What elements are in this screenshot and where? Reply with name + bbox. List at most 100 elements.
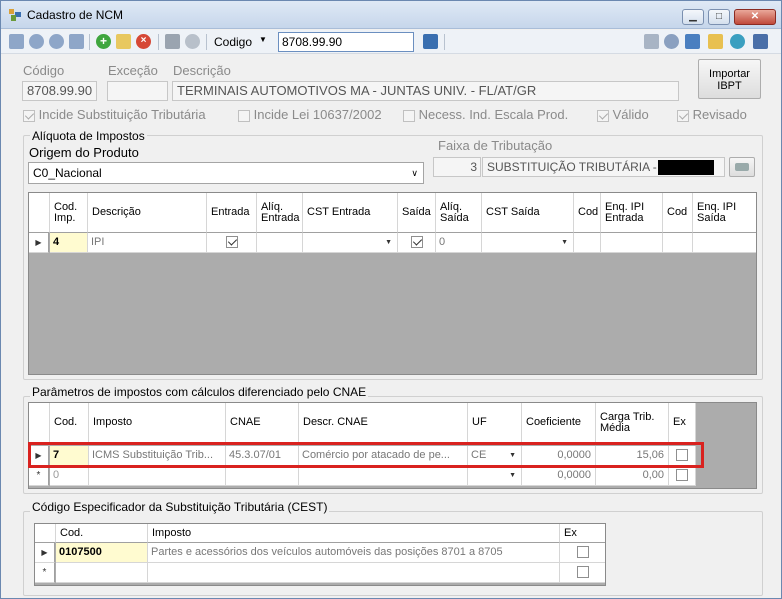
col-header[interactable]: Enq. IPI Entrada — [601, 193, 663, 233]
new-row-selector[interactable]: * — [35, 563, 55, 583]
revisado-check[interactable]: Revisado — [677, 107, 747, 122]
cell-cod[interactable]: 7 — [50, 446, 89, 466]
cell-descr-cnae[interactable]: Comércio por atacado de pe... — [299, 446, 468, 466]
chevron-down-icon[interactable]: ▼ — [259, 35, 267, 44]
col-header[interactable]: Cod. — [56, 524, 148, 543]
minimize-button[interactable]: ▁ — [682, 9, 704, 25]
checkbox[interactable] — [23, 109, 35, 122]
next-record-icon[interactable] — [49, 34, 64, 49]
cell-cod-imp[interactable]: 4 — [50, 233, 88, 253]
codigo-field[interactable]: 8708.99.90 — [22, 81, 97, 101]
exit-icon[interactable] — [753, 34, 768, 49]
faixa-lookup-button[interactable] — [729, 157, 755, 177]
cell-saida[interactable] — [398, 233, 436, 253]
cell-cnae[interactable]: 45.3.07/01 — [226, 446, 299, 466]
col-header[interactable]: Ex — [669, 403, 696, 443]
faixa-desc-field[interactable]: SUBSTITUIÇÃO TRIBUTÁRIA - — [482, 157, 725, 177]
dropdown-arrow-icon[interactable]: ▼ — [385, 233, 392, 252]
row-selector[interactable]: ▶ — [35, 543, 55, 563]
col-header[interactable]: UF — [468, 403, 522, 443]
col-header[interactable]: Alíq. Entrada — [257, 193, 303, 233]
col-header[interactable]: CST Saída — [482, 193, 574, 233]
col-header[interactable]: Enq. IPI Saída — [693, 193, 756, 233]
cell-imposto[interactable] — [89, 466, 226, 486]
checkbox[interactable] — [410, 236, 423, 249]
cell-imposto[interactable]: Partes e acessórios dos veículos automóv… — [148, 543, 560, 563]
col-header[interactable]: CNAE — [226, 403, 299, 443]
cell-aliq-entrada[interactable] — [257, 233, 303, 253]
cell-uf[interactable]: ▼ — [468, 466, 522, 486]
row-selector[interactable]: ▶ — [29, 233, 49, 253]
col-header[interactable]: Imposto — [148, 524, 560, 543]
col-header[interactable]: Cod. — [50, 403, 89, 443]
report-icon[interactable] — [644, 34, 659, 49]
cell-imposto[interactable] — [148, 563, 560, 583]
checkbox[interactable] — [676, 449, 688, 462]
checkbox[interactable] — [238, 109, 250, 122]
col-header[interactable]: CST Entrada — [303, 193, 398, 233]
cell-enq-entrada[interactable] — [601, 233, 663, 253]
col-header[interactable]: Cod — [574, 193, 601, 233]
cell-cod[interactable] — [56, 563, 148, 583]
codigo-search-input[interactable]: 8708.99.90 — [278, 32, 414, 52]
cell-descricao[interactable]: IPI — [88, 233, 207, 253]
cell-ex[interactable] — [669, 466, 696, 486]
cell-coeficiente[interactable]: 0,0000 — [522, 466, 596, 486]
incide-st-check[interactable]: Incide Substituição Tributária — [23, 107, 206, 122]
checkbox[interactable] — [676, 469, 688, 482]
cell-cnae[interactable] — [226, 466, 299, 486]
col-header[interactable]: Cod. Imp. — [50, 193, 88, 233]
col-header[interactable]: Imposto — [89, 403, 226, 443]
delete-icon[interactable]: × — [136, 34, 151, 49]
row-selector[interactable]: ▶ — [29, 446, 49, 466]
cell-ex[interactable] — [560, 543, 605, 563]
cell-carga[interactable]: 0,00 — [596, 466, 669, 486]
close-button[interactable]: ✕ — [734, 9, 776, 25]
col-header[interactable]: Alíq. Saída — [436, 193, 482, 233]
cell-cod[interactable] — [663, 233, 693, 253]
undo-icon[interactable] — [185, 34, 200, 49]
col-header[interactable]: Entrada — [207, 193, 257, 233]
first-record-icon[interactable] — [9, 34, 24, 49]
cell-descr-cnae[interactable] — [299, 466, 468, 486]
checkbox[interactable] — [403, 109, 415, 122]
dropdown-arrow-icon[interactable]: ▼ — [509, 466, 516, 485]
cell-entrada[interactable] — [207, 233, 257, 253]
cell-uf[interactable]: CE ▼ — [468, 446, 522, 466]
excecao-field[interactable] — [107, 81, 168, 101]
checkbox[interactable] — [576, 546, 589, 559]
search-icon[interactable] — [423, 34, 438, 49]
maximize-button[interactable]: □ — [708, 9, 730, 25]
col-header[interactable]: Carga Trib. Média — [596, 403, 669, 443]
cell-cod[interactable]: 0107500 — [56, 543, 148, 563]
add-icon[interactable]: + — [96, 34, 111, 49]
chevron-down-icon[interactable]: ∨ — [411, 163, 418, 183]
previous-record-icon[interactable] — [29, 34, 44, 49]
checkbox[interactable] — [225, 236, 238, 249]
dropdown-arrow-icon[interactable]: ▼ — [509, 446, 516, 465]
descricao-field[interactable]: TERMINAIS AUTOMOTIVOS MA - JUNTAS UNIV. … — [172, 81, 679, 101]
codigo-search-label[interactable]: Codigo — [214, 35, 252, 49]
cell-cst-saida[interactable]: ▼ — [482, 233, 574, 253]
importar-ibpt-button[interactable]: Importar IBPT — [698, 59, 761, 99]
cell-coeficiente[interactable]: 0,0000 — [522, 446, 596, 466]
incide-lei-check[interactable]: Incide Lei 10637/2002 — [238, 107, 382, 122]
cell-cod[interactable] — [574, 233, 601, 253]
notes-icon[interactable] — [708, 34, 723, 49]
valido-check[interactable]: Válido — [597, 107, 649, 122]
new-row-selector[interactable]: * — [29, 466, 49, 486]
checkbox[interactable] — [597, 109, 609, 122]
filter-icon[interactable] — [664, 34, 679, 49]
checkbox[interactable] — [677, 109, 689, 122]
dropdown-arrow-icon[interactable]: ▼ — [561, 233, 568, 252]
last-record-icon[interactable] — [69, 34, 84, 49]
necess-ind-check[interactable]: Necess. Ind. Escala Prod. — [403, 107, 568, 122]
help-icon[interactable] — [730, 34, 745, 49]
checkbox[interactable] — [576, 566, 589, 579]
refresh-icon[interactable] — [685, 34, 700, 49]
col-header[interactable]: Coeficiente — [522, 403, 596, 443]
cell-aliq-saida[interactable]: 0 — [436, 233, 482, 253]
cell-ex[interactable] — [669, 446, 696, 466]
col-header[interactable]: Ex — [560, 524, 605, 543]
col-header[interactable]: Descrição — [88, 193, 207, 233]
